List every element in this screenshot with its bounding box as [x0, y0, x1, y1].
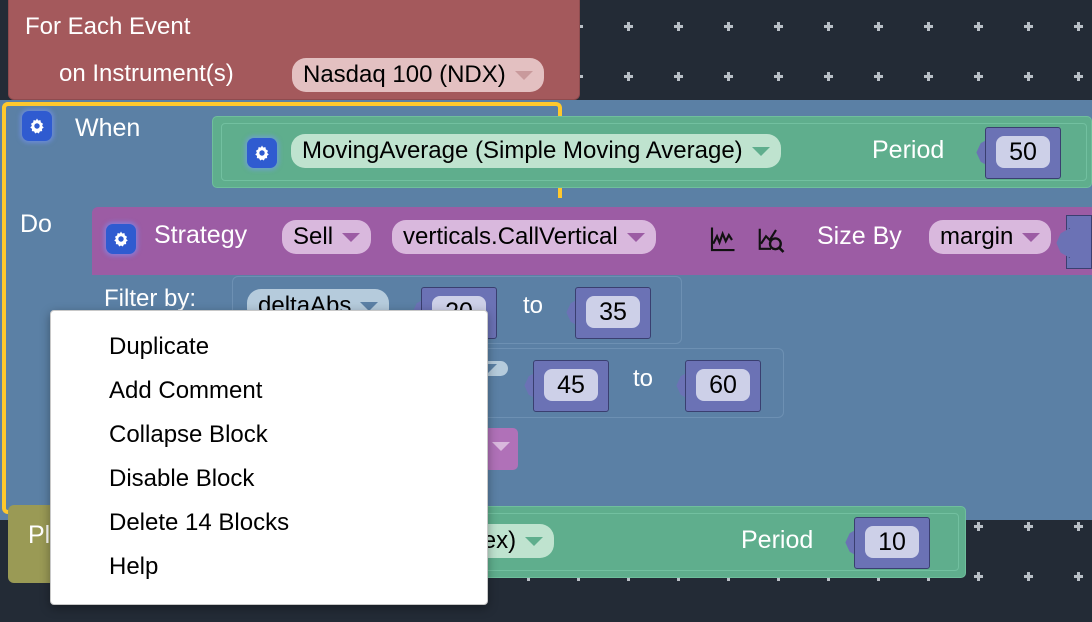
gear-icon[interactable] [22, 111, 52, 141]
grid-cross [674, 72, 683, 81]
filter-2-from-value[interactable]: 45 [544, 369, 598, 401]
moving-average-gear-button[interactable] [247, 138, 277, 168]
block-moving-average[interactable]: MovingAverage (Simple Moving Average) Pe… [212, 116, 1092, 188]
strategy-right-socket[interactable] [1066, 215, 1092, 269]
strategy-chart-button[interactable] [705, 223, 739, 257]
grid-cross [1074, 22, 1083, 31]
grid-cross [824, 72, 833, 81]
strategy-template-value[interactable]: verticals.CallVertical [392, 220, 656, 254]
context-menu-item-delete-blocks[interactable]: Delete 14 Blocks [51, 501, 487, 545]
grid-cross [974, 72, 983, 81]
grid-cross [624, 22, 633, 31]
rsi-period-label: Period [741, 526, 814, 554]
grid-cross [1074, 522, 1083, 531]
context-menu-item-disable-block[interactable]: Disable Block [51, 457, 487, 501]
strategy-dropdown-stub[interactable] [484, 428, 518, 470]
workspace-canvas[interactable]: For Each Event on Instrument(s) Nasdaq 1… [0, 0, 1092, 622]
filter-1-to-value[interactable]: 35 [586, 296, 640, 328]
grid-cross [924, 72, 933, 81]
filter-by-label: Filter by: [104, 285, 197, 312]
chevron-down-icon [342, 232, 361, 242]
rsi-period-value[interactable]: 10 [865, 526, 919, 558]
when-label: When [75, 114, 141, 142]
moving-average-indicator-value[interactable]: MovingAverage (Simple Moving Average) [291, 134, 781, 168]
grid-cross [1024, 72, 1033, 81]
grid-cross [624, 72, 633, 81]
strategy-gear-button[interactable] [106, 224, 136, 254]
grid-cross [1024, 22, 1033, 31]
grid-cross [974, 22, 983, 31]
grid-cross [874, 72, 883, 81]
strategy-size-by-label: Size By [817, 222, 902, 250]
context-menu-item-help[interactable]: Help [51, 545, 487, 589]
grid-cross [674, 22, 683, 31]
moving-average-indicator-text: MovingAverage (Simple Moving Average) [302, 137, 743, 164]
chevron-down-icon [626, 232, 645, 242]
grid-cross [924, 22, 933, 31]
grid-cross [774, 72, 783, 81]
chevron-down-icon [525, 536, 544, 546]
grid-cross [1074, 572, 1083, 581]
moving-average-indicator-dropdown[interactable]: MovingAverage (Simple Moving Average) [291, 134, 781, 168]
grid-cross [1074, 72, 1083, 81]
chevron-down-icon [492, 442, 510, 451]
strategy-size-by-text: margin [940, 223, 1014, 250]
context-menu-item-collapse-block[interactable]: Collapse Block [51, 413, 487, 457]
grid-cross [1024, 522, 1033, 531]
for-each-event-instrument-label: on Instrument(s) [59, 60, 234, 87]
block-for-each-event[interactable]: For Each Event on Instrument(s) Nasdaq 1… [8, 0, 580, 100]
chart-search-icon[interactable] [754, 223, 788, 257]
grid-cross [1024, 572, 1033, 581]
moving-average-period-label: Period [872, 136, 945, 164]
grid-cross [774, 22, 783, 31]
filter-2-to-label: to [633, 365, 654, 392]
filter-2-to-value[interactable]: 60 [696, 369, 750, 401]
strategy-size-by-dropdown[interactable]: margin [929, 220, 1052, 254]
chevron-down-icon [514, 70, 533, 80]
strategy-label: Strategy [154, 221, 248, 249]
context-menu[interactable]: Duplicate Add Comment Collapse Block Dis… [50, 310, 488, 606]
strategy-size-by-value[interactable]: margin [929, 220, 1052, 254]
grid-cross [824, 22, 833, 31]
strategy-side-value[interactable]: Sell [282, 220, 372, 254]
grid-cross [724, 22, 733, 31]
context-menu-item-add-comment[interactable]: Add Comment [51, 369, 487, 413]
block-strategy[interactable]: Strategy Sell verticals.CallVertical Siz… [92, 207, 1092, 275]
chevron-down-icon [1022, 232, 1041, 242]
when-gear-button[interactable] [22, 111, 52, 141]
context-menu-item-duplicate[interactable]: Duplicate [51, 325, 487, 369]
grid-cross [874, 22, 883, 31]
grid-cross [974, 572, 983, 581]
do-label: Do [20, 210, 52, 238]
strategy-template-dropdown[interactable]: verticals.CallVertical [392, 220, 656, 254]
instrument-dropdown-text: Nasdaq 100 (NDX) [303, 61, 506, 88]
filter-1-to-label: to [523, 292, 544, 319]
strategy-side-dropdown[interactable]: Sell [282, 220, 372, 254]
strategy-side-text: Sell [293, 223, 334, 250]
instrument-dropdown[interactable]: Nasdaq 100 (NDX) [292, 58, 544, 92]
strategy-template-text: verticals.CallVertical [403, 223, 618, 250]
for-each-event-title: For Each Event [25, 13, 191, 40]
strategy-inspect-button[interactable] [754, 223, 788, 257]
chevron-down-icon [751, 146, 770, 156]
instrument-dropdown-value[interactable]: Nasdaq 100 (NDX) [292, 58, 544, 92]
gear-icon[interactable] [247, 138, 277, 168]
moving-average-period-value[interactable]: 50 [996, 136, 1050, 168]
gear-icon[interactable] [106, 224, 136, 254]
grid-cross [974, 522, 983, 531]
grid-cross [724, 72, 733, 81]
line-chart-icon[interactable] [705, 223, 739, 257]
